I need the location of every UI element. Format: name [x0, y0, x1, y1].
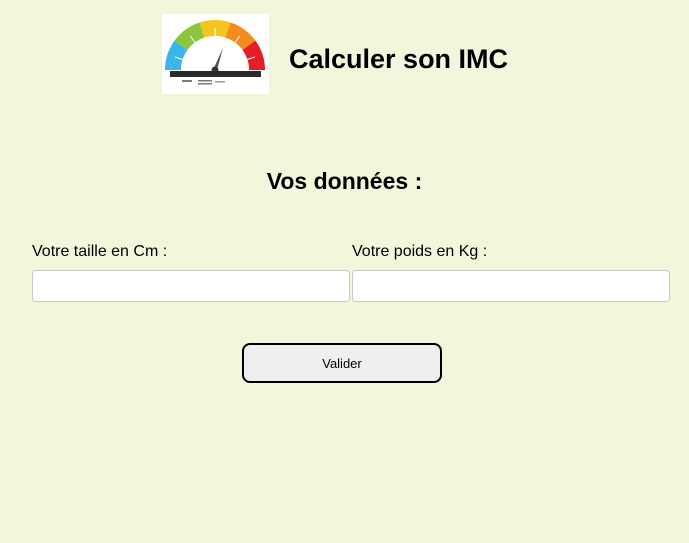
- height-label: Votre taille en Cm :: [32, 243, 168, 260]
- weight-input[interactable]: [352, 270, 670, 302]
- page-title: Calculer son IMC: [289, 44, 509, 74]
- height-input[interactable]: [32, 270, 350, 302]
- weight-label: Votre poids en Kg :: [352, 243, 488, 260]
- bmi-gauge-icon: [162, 14, 269, 94]
- page: Calculer son IMC Vos données : Votre tai…: [0, 0, 689, 543]
- section-title: Vos données :: [266, 168, 423, 194]
- submit-button[interactable]: Valider: [242, 343, 442, 383]
- bmi-gauge-logo: [162, 14, 269, 94]
